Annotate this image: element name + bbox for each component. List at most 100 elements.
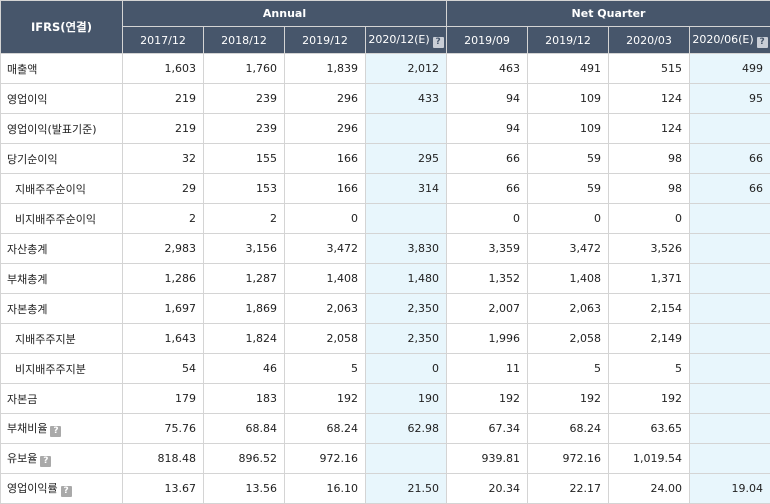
- value-cell: 1,352: [447, 264, 528, 294]
- value-cell: [366, 204, 447, 234]
- period-header: 2019/12: [528, 27, 609, 54]
- value-cell: 314: [366, 174, 447, 204]
- value-cell: 124: [609, 114, 690, 144]
- value-cell: 433: [366, 84, 447, 114]
- value-cell: 818.48: [123, 444, 204, 474]
- row-label-text: 부채총계: [7, 273, 47, 286]
- value-cell: 239: [204, 114, 285, 144]
- row-label-text: 비지배주주지분: [15, 363, 86, 376]
- value-cell: 20.34: [447, 474, 528, 504]
- value-cell: 66: [447, 144, 528, 174]
- value-cell: 1,760: [204, 54, 285, 84]
- value-cell: 166: [285, 144, 366, 174]
- row-label-text: 자본총계: [7, 303, 47, 316]
- help-icon[interactable]: ?: [433, 37, 444, 48]
- period-header: 2019/12: [285, 27, 366, 54]
- table-row: 자산총계2,9833,1563,4723,8303,3593,4723,526: [1, 234, 770, 264]
- value-cell: 296: [285, 84, 366, 114]
- value-cell: 179: [123, 384, 204, 414]
- period-header: 2019/09: [447, 27, 528, 54]
- value-cell: [690, 234, 770, 264]
- table-row: 비지배주주순이익220000: [1, 204, 770, 234]
- row-label-text: 지배주주순이익: [15, 183, 86, 196]
- row-label-text: 당기순이익: [7, 153, 58, 166]
- ifrs-header: IFRS(연결): [1, 1, 123, 54]
- table-row: 유보율?818.48896.52972.16939.81972.161,019.…: [1, 444, 770, 474]
- value-cell: 3,472: [285, 234, 366, 264]
- row-label-text: 자산총계: [7, 243, 47, 256]
- value-cell: 16.10: [285, 474, 366, 504]
- help-icon[interactable]: ?: [50, 426, 61, 437]
- value-cell: 183: [204, 384, 285, 414]
- row-label: 지배주주순이익: [1, 174, 123, 204]
- row-label: 비지배주주순이익: [1, 204, 123, 234]
- value-cell: 75.76: [123, 414, 204, 444]
- table-row: 영업이익(발표기준)21923929694109124: [1, 114, 770, 144]
- value-cell: [690, 294, 770, 324]
- value-cell: 1,869: [204, 294, 285, 324]
- row-label: 영업이익률?: [1, 474, 123, 504]
- table-row: 자본금179183192190192192192: [1, 384, 770, 414]
- row-label-text: 비지배주주순이익: [15, 213, 96, 226]
- help-icon[interactable]: ?: [40, 456, 51, 467]
- value-cell: [690, 414, 770, 444]
- row-label: 영업이익: [1, 84, 123, 114]
- value-cell: 62.98: [366, 414, 447, 444]
- value-cell: 972.16: [528, 444, 609, 474]
- table-row: 부채비율?75.7668.8468.2462.9867.3468.2463.65: [1, 414, 770, 444]
- value-cell: 2,983: [123, 234, 204, 264]
- value-cell: 2,154: [609, 294, 690, 324]
- value-cell: 2,012: [366, 54, 447, 84]
- value-cell: 59: [528, 174, 609, 204]
- table-row: 영업이익2192392964339410912495: [1, 84, 770, 114]
- value-cell: 46: [204, 354, 285, 384]
- value-cell: 68.84: [204, 414, 285, 444]
- value-cell: 515: [609, 54, 690, 84]
- row-label: 자본총계: [1, 294, 123, 324]
- table-row: 지배주주순이익2915316631466599866: [1, 174, 770, 204]
- value-cell: 2,058: [528, 324, 609, 354]
- value-cell: 1,996: [447, 324, 528, 354]
- value-cell: 24.00: [609, 474, 690, 504]
- value-cell: 22.17: [528, 474, 609, 504]
- value-cell: 1,287: [204, 264, 285, 294]
- annual-header: Annual: [123, 1, 447, 27]
- value-cell: 2,149: [609, 324, 690, 354]
- value-cell: 219: [123, 84, 204, 114]
- value-cell: 239: [204, 84, 285, 114]
- value-cell: 13.67: [123, 474, 204, 504]
- value-cell: 66: [690, 144, 770, 174]
- value-cell: 0: [366, 354, 447, 384]
- value-cell: 21.50: [366, 474, 447, 504]
- row-label-text: 부채비율: [7, 422, 47, 435]
- value-cell: 166: [285, 174, 366, 204]
- row-label: 부채총계: [1, 264, 123, 294]
- period-header-estimate: 2020/12(E)?: [366, 27, 447, 54]
- value-cell: [690, 324, 770, 354]
- value-cell: 2,007: [447, 294, 528, 324]
- row-label: 영업이익(발표기준): [1, 114, 123, 144]
- value-cell: 59: [528, 144, 609, 174]
- value-cell: [690, 114, 770, 144]
- value-cell: 98: [609, 144, 690, 174]
- value-cell: 68.24: [528, 414, 609, 444]
- value-cell: 1,480: [366, 264, 447, 294]
- value-cell: 13.56: [204, 474, 285, 504]
- value-cell: [690, 354, 770, 384]
- value-cell: 63.65: [609, 414, 690, 444]
- value-cell: 32: [123, 144, 204, 174]
- value-cell: 896.52: [204, 444, 285, 474]
- value-cell: 0: [528, 204, 609, 234]
- value-cell: 192: [285, 384, 366, 414]
- value-cell: [366, 114, 447, 144]
- value-cell: 95: [690, 84, 770, 114]
- value-cell: 219: [123, 114, 204, 144]
- row-label: 당기순이익: [1, 144, 123, 174]
- help-icon[interactable]: ?: [757, 37, 768, 48]
- value-cell: 463: [447, 54, 528, 84]
- value-cell: 499: [690, 54, 770, 84]
- row-label-text: 유보율: [7, 452, 37, 465]
- value-cell: 2,350: [366, 324, 447, 354]
- help-icon[interactable]: ?: [61, 486, 72, 497]
- value-cell: 1,371: [609, 264, 690, 294]
